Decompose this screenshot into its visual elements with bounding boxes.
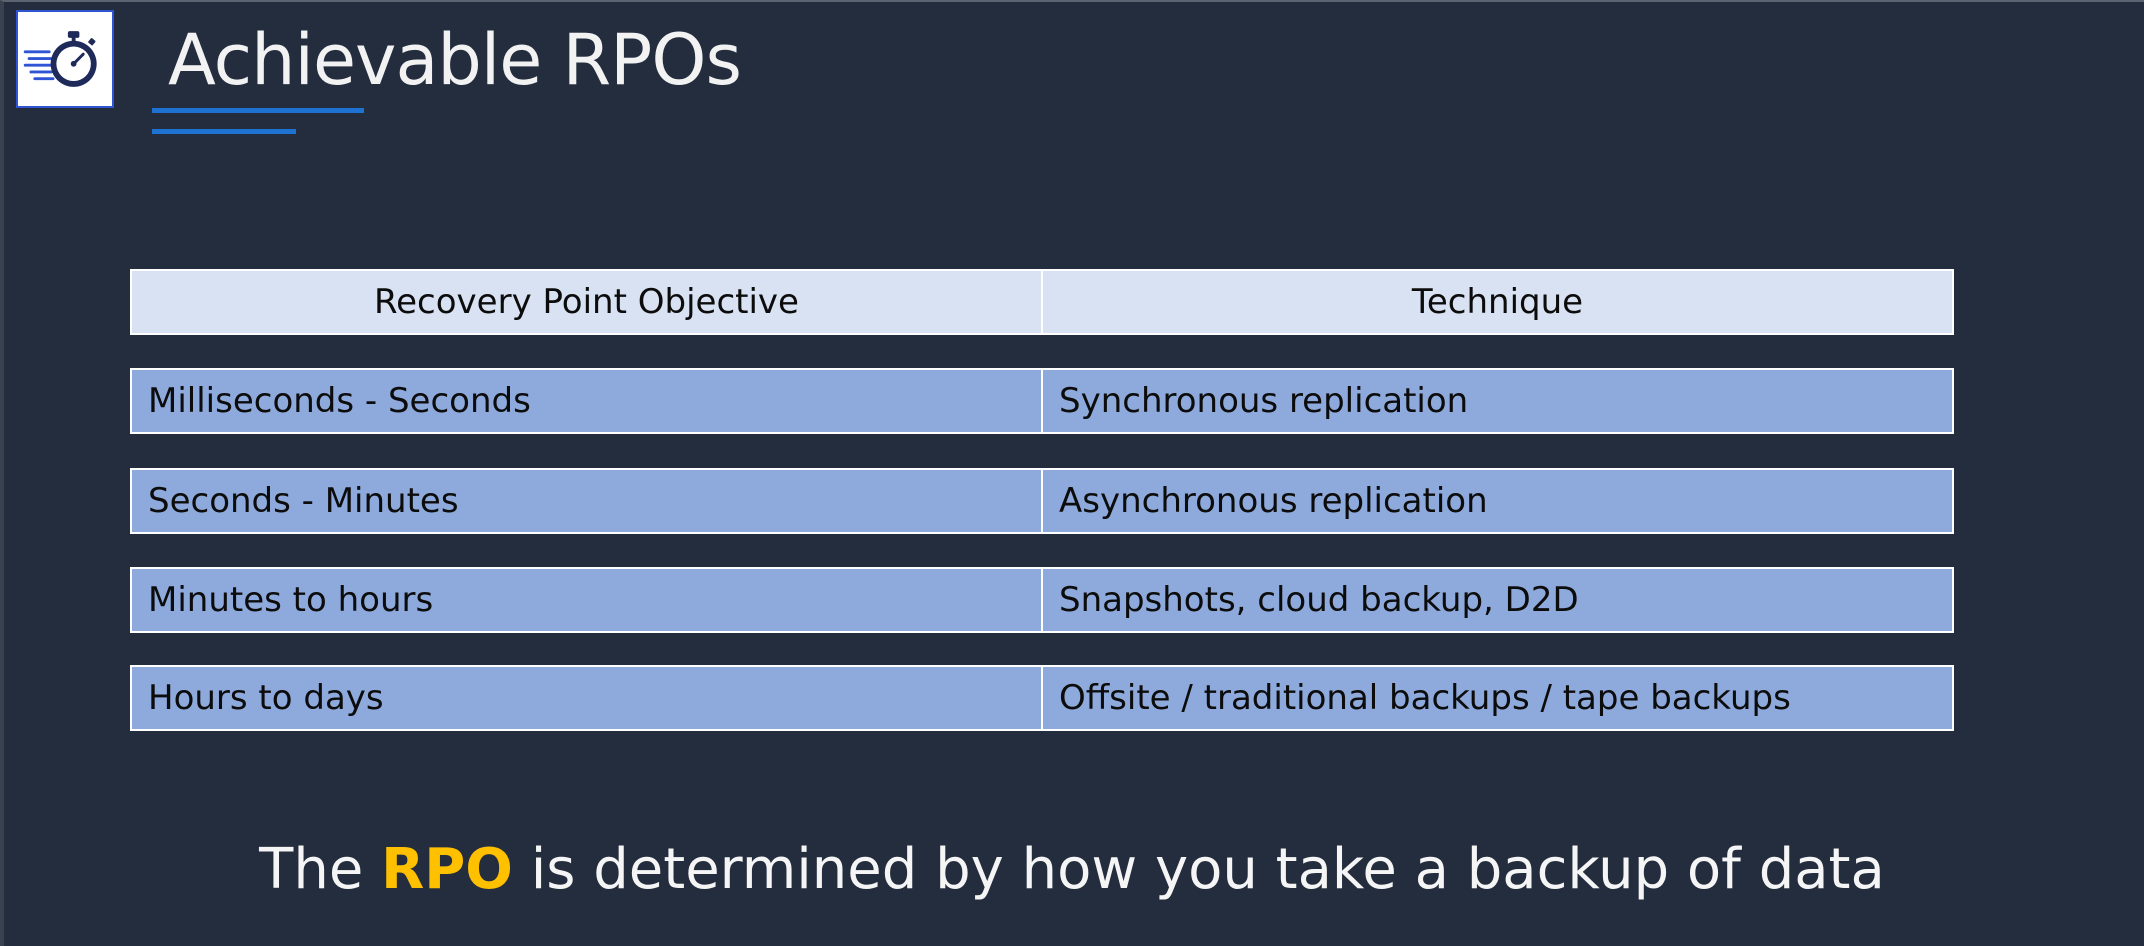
rpo-cell: Milliseconds - Seconds [130, 368, 1042, 434]
title-underline-long [152, 108, 364, 113]
technique-cell: Snapshots, cloud backup, D2D [1042, 567, 1954, 633]
footer-prefix: The [259, 837, 382, 902]
table-row: Minutes to hours Snapshots, cloud backup… [130, 567, 1954, 633]
technique-cell: Synchronous replication [1042, 368, 1954, 434]
stopwatch-speed-icon [16, 10, 114, 108]
rpo-cell: Hours to days [130, 665, 1042, 731]
table-row: Hours to days Offsite / traditional back… [130, 665, 1954, 731]
rpo-cell: Seconds - Minutes [130, 468, 1042, 534]
technique-cell: Offsite / traditional backups / tape bac… [1042, 665, 1954, 731]
footer-statement: The RPO is determined by how you take a … [0, 830, 2144, 910]
footer-highlight-rpo: RPO [381, 837, 513, 902]
table-row: Milliseconds - Seconds Synchronous repli… [130, 368, 1954, 434]
technique-cell: Asynchronous replication [1042, 468, 1954, 534]
footer-suffix: is determined by how you take a backup o… [512, 837, 1885, 902]
title-underline-short [152, 129, 296, 134]
rpo-cell: Minutes to hours [130, 567, 1042, 633]
slide-title: Achievable RPOs [168, 19, 742, 101]
table-header-row: Recovery Point Objective Technique [130, 269, 1954, 335]
table-row: Seconds - Minutes Asynchronous replicati… [130, 468, 1954, 534]
header-cell-technique: Technique [1042, 269, 1954, 335]
header-cell-rpo: Recovery Point Objective [130, 269, 1042, 335]
